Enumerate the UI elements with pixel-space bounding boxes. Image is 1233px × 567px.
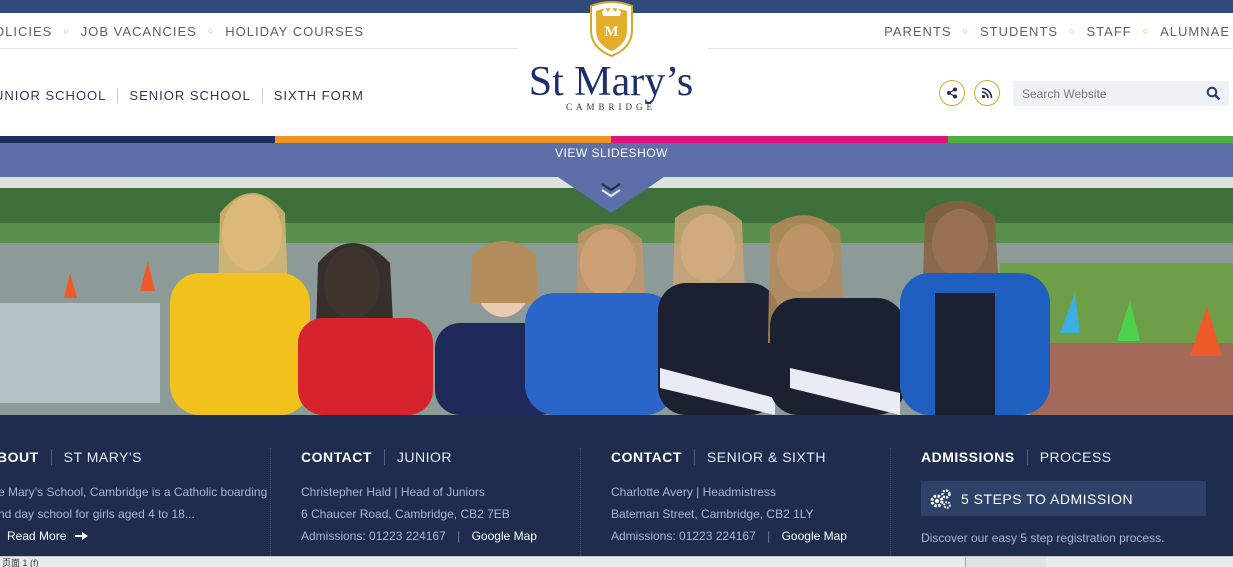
nav-link-parents[interactable]: PARENTS — [884, 24, 951, 39]
footer-senior-heading: CONTACT SENIOR & SIXTH — [611, 449, 826, 465]
senior-google-map-link[interactable]: Google Map — [782, 529, 847, 543]
junior-admissions-phone: Admissions: 01223 224167 — [301, 529, 446, 543]
footer-admissions-heading: ADMISSIONS PROCESS — [921, 449, 1112, 465]
share-icon — [947, 87, 957, 99]
logo-name: St Mary’s — [528, 59, 694, 105]
top-nav-left: OLICIES ○ JOB VACANCIES ○ HOLIDAY COURSE… — [0, 14, 364, 48]
about-text-line: e Mary’s School, Cambridge is a Catholic… — [0, 485, 268, 499]
five-steps-label: 5 STEPS TO ADMISSION — [961, 490, 1134, 507]
five-steps-button[interactable]: 5 STEPS TO ADMISSION — [921, 481, 1206, 516]
footer-junior-heading: CONTACT JUNIOR — [301, 449, 452, 465]
nav-link-policies[interactable]: OLICIES — [0, 24, 52, 39]
nav-link-job-vacancies[interactable]: JOB VACANCIES — [81, 24, 197, 39]
footer-heading-bold: BOUT — [0, 449, 39, 465]
nav-divider — [117, 87, 119, 103]
nav-link-students[interactable]: STUDENTS — [980, 24, 1058, 39]
color-stripe-green — [948, 136, 1233, 143]
share-button[interactable] — [939, 80, 965, 106]
footer-heading-rest: ST MARY'S — [63, 449, 142, 465]
nav-separator-dot: ○ — [962, 26, 969, 36]
footer-about-heading: BOUT ST MARY'S — [0, 449, 142, 465]
admissions-text-line: Discover our easy 5 step registration pr… — [921, 531, 1165, 545]
about-text-line: nd day school for girls aged 4 to 18... — [0, 507, 195, 521]
color-stripe-orange — [275, 136, 611, 143]
slideshow-tab[interactable] — [558, 177, 664, 213]
color-stripe-navy — [0, 136, 275, 143]
nav-link-staff[interactable]: STAFF — [1087, 24, 1132, 39]
senior-admissions-line: Admissions: 01223 224167 | Google Map — [611, 529, 847, 543]
svg-text:M: M — [604, 24, 618, 40]
nav-link-holiday-courses[interactable]: HOLIDAY COURSES — [225, 24, 364, 39]
footer-heading-rest: JUNIOR — [396, 449, 453, 465]
footer-heading-rest: PROCESS — [1039, 449, 1112, 465]
read-more-label: Read More — [7, 529, 67, 543]
junior-contact-line: Christepher Hald | Head of Juniors — [301, 485, 485, 499]
footer: BOUT ST MARY'S e Mary’s School, Cambridg… — [0, 415, 1233, 556]
footer-heading-bold: ADMISSIONS — [921, 449, 1015, 465]
status-text: 页面 1 (f) — [2, 558, 39, 567]
top-nav-right: PARENTS ○ STUDENTS ○ STAFF ○ ALUMNAE — [884, 14, 1230, 48]
view-slideshow-link[interactable]: VIEW SLIDESHOW — [0, 146, 1223, 160]
nav-link-alumnae[interactable]: ALUMNAE — [1160, 24, 1230, 39]
arrow-right-icon — [74, 532, 88, 540]
junior-google-map-link[interactable]: Google Map — [472, 529, 537, 543]
heading-divider — [383, 449, 385, 465]
header-divider — [0, 48, 518, 49]
gears-icon — [930, 488, 951, 509]
nav-link-senior-school[interactable]: SENIOR SCHOOL — [129, 88, 250, 103]
senior-contact-line: Charlotte Avery | Headmistress — [611, 485, 776, 499]
senior-admissions-phone: Admissions: 01223 224167 — [611, 529, 756, 543]
footer-heading-bold: CONTACT — [611, 449, 682, 465]
header-divider — [708, 48, 1233, 49]
footer-heading-bold: CONTACT — [301, 449, 372, 465]
footer-divider — [270, 448, 272, 556]
read-more-link[interactable]: Read More — [7, 529, 90, 543]
junior-address-line: 6 Chaucer Road, Cambridge, CB2 7EB — [301, 507, 510, 521]
nav-separator-dot: ○ — [1142, 26, 1150, 36]
nav-separator-dot: ○ — [63, 26, 70, 36]
nav-link-junior-school[interactable]: UNIOR SCHOOL — [0, 88, 106, 103]
senior-address-line: Bateman Street, Cambridge, CB2 1LY — [611, 507, 814, 521]
search-icon[interactable] — [1206, 86, 1221, 101]
rss-button[interactable] — [974, 80, 1000, 106]
inline-divider: | — [767, 529, 771, 543]
heading-divider — [50, 449, 52, 465]
inline-divider: | — [457, 529, 461, 543]
footer-heading-rest: SENIOR & SIXTH — [706, 449, 826, 465]
nav-separator-dot: ○ — [1069, 26, 1076, 36]
school-nav: UNIOR SCHOOL SENIOR SCHOOL SIXTH FORM — [0, 84, 364, 106]
nav-separator-dot: ○ — [207, 26, 215, 36]
crest-icon[interactable]: M — [587, 0, 636, 58]
footer-divider — [580, 448, 582, 556]
search-box — [1013, 81, 1229, 106]
nav-link-sixth-form[interactable]: SIXTH FORM — [274, 88, 364, 103]
search-input[interactable] — [1013, 85, 1204, 102]
nav-divider — [261, 87, 263, 103]
junior-admissions-line: Admissions: 01223 224167 | Google Map — [301, 529, 537, 543]
color-stripe-pink — [611, 136, 948, 143]
heading-divider — [1026, 449, 1028, 465]
footer-divider — [890, 448, 892, 556]
heading-divider — [693, 449, 695, 465]
rss-icon — [981, 87, 993, 99]
browser-status-bar: 页面 1 (f) — [0, 556, 1233, 567]
site-logo[interactable]: St Mary’s CAMBRIDGE — [520, 60, 702, 112]
